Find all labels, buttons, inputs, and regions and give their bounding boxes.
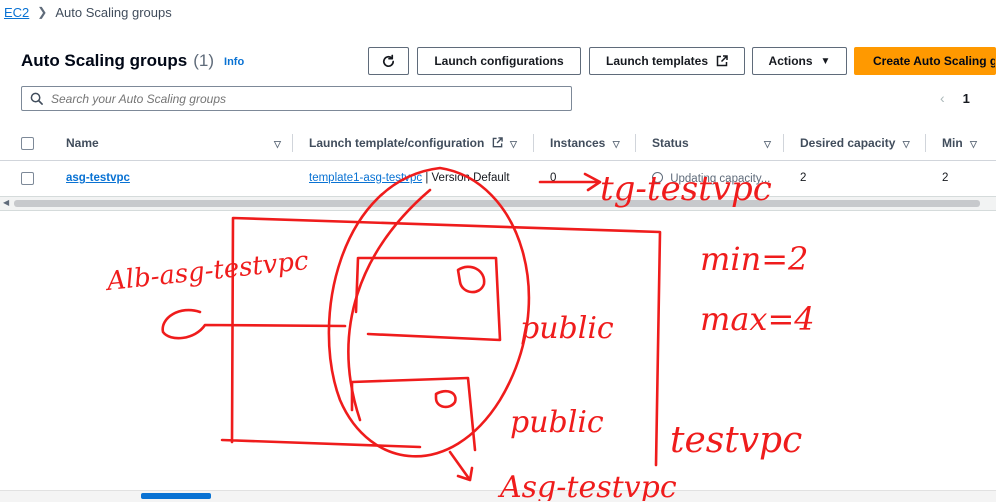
col-desired-capacity[interactable]: Desired capacity ▽ [800, 136, 910, 150]
sort-name-icon[interactable]: ▽ [270, 136, 281, 150]
breadcrumb-ec2-link[interactable]: EC2 [4, 5, 29, 20]
desired-capacity-cell: 2 [800, 172, 807, 184]
asg-name-link[interactable]: asg-testvpc [66, 172, 130, 184]
caret-down-icon: ▼ [820, 55, 831, 67]
launch-templates-label: Launch templates [605, 54, 709, 68]
bottom-tab-indicator[interactable] [141, 493, 211, 499]
status-cell: Updating capacity... [652, 172, 782, 185]
col-name[interactable]: Name [66, 136, 99, 150]
col-launch-template[interactable]: Launch template/configuration ▽ [309, 136, 517, 150]
breadcrumb-current: Auto Scaling groups [55, 4, 172, 20]
vpc-box-drawing [220, 216, 662, 467]
col-name-label: Name [66, 136, 99, 150]
scrollbar-thumb[interactable] [14, 200, 980, 207]
page-header: Auto Scaling groups (1) Info [21, 46, 244, 76]
prev-page-icon[interactable]: ‹ [940, 90, 945, 106]
pagination: ‹ 1 [940, 90, 970, 106]
actions-button[interactable]: Actions ▼ [752, 47, 847, 75]
refresh-button[interactable] [368, 47, 409, 75]
refresh-icon [383, 54, 395, 67]
instance-2-drawing [434, 389, 457, 409]
sort-min-icon[interactable]: ▽ [970, 139, 977, 149]
column-divider[interactable] [635, 134, 636, 152]
sort-desired-icon[interactable]: ▽ [903, 139, 910, 149]
select-all-checkbox[interactable] [21, 137, 34, 150]
col-status-label: Status [652, 136, 689, 150]
public-annotation-2: public [510, 405, 604, 440]
external-link-icon [716, 55, 728, 67]
min-annotation: min=2 [700, 240, 808, 278]
column-divider[interactable] [292, 134, 293, 152]
column-divider[interactable] [533, 134, 534, 152]
asg-oval-drawing [327, 166, 531, 458]
info-link[interactable]: Info [224, 56, 244, 68]
page-title: Auto Scaling groups [21, 51, 188, 70]
public-annotation-1: public [520, 311, 614, 346]
sort-launch-icon[interactable]: ▽ [510, 139, 517, 149]
external-link-icon [492, 137, 503, 148]
launch-configurations-button[interactable]: Launch configurations [417, 47, 581, 75]
create-label: Create Auto Scaling g [873, 54, 996, 68]
bottom-panel [0, 490, 996, 502]
group-count: (1) [193, 51, 215, 70]
launch-template-link[interactable]: template1-asg-testvpc [309, 172, 422, 184]
template-version: | Version Default [425, 172, 510, 184]
search-input[interactable] [49, 90, 533, 107]
instances-cell: 0 [550, 172, 557, 184]
col-instances[interactable]: Instances ▽ [550, 136, 620, 150]
col-min-label: Min [942, 136, 963, 150]
asg-oval-inner-drawing [347, 188, 432, 422]
sort-status-icon[interactable]: ▽ [760, 136, 771, 150]
asg-arrow-drawing [448, 450, 474, 482]
launch-templates-button[interactable]: Launch templates [589, 47, 745, 75]
table-row[interactable]: asg-testvpc template1-asg-testvpc | Vers… [0, 160, 996, 196]
col-launch-label: Launch template/configuration [309, 136, 485, 150]
launch-template-cell: template1-asg-testvpc | Version Default [309, 172, 510, 184]
search-icon [30, 92, 43, 105]
column-divider[interactable] [783, 134, 784, 152]
status-text: Updating capacity... [670, 173, 771, 185]
page-number[interactable]: 1 [963, 91, 970, 106]
row-checkbox[interactable] [21, 172, 34, 185]
column-divider[interactable] [925, 134, 926, 152]
col-status[interactable]: Status [652, 136, 689, 150]
alb-annotation: Alb-asg-testvpc [104, 246, 311, 297]
actions-label: Actions [768, 54, 813, 68]
create-auto-scaling-group-button[interactable]: Create Auto Scaling g [854, 47, 996, 75]
col-min[interactable]: Min ▽ [942, 136, 977, 150]
sort-instances-icon[interactable]: ▽ [613, 139, 620, 149]
table-header: Name ▽ Launch template/configuration ▽ I… [0, 126, 996, 161]
col-instances-label: Instances [550, 136, 606, 150]
breadcrumb: EC2 ❯ Auto Scaling groups [0, 0, 172, 24]
testvpc-annotation: testvpc [670, 420, 802, 461]
launch-configurations-label: Launch configurations [434, 54, 564, 68]
subnet-box-1-drawing [354, 256, 502, 342]
horizontal-scrollbar[interactable]: ◀ [0, 196, 996, 211]
col-desired-label: Desired capacity [800, 136, 896, 150]
min-cell: 2 [942, 172, 949, 184]
instance-1-drawing [456, 265, 486, 294]
scroll-left-icon[interactable]: ◀ [3, 198, 9, 207]
max-annotation: max=4 [700, 300, 815, 338]
chevron-right-icon: ❯ [37, 5, 48, 19]
in-progress-icon [652, 172, 663, 183]
search-box [21, 86, 572, 111]
subnet-box-2-drawing [350, 376, 477, 452]
alb-bubble-drawing [161, 308, 347, 340]
